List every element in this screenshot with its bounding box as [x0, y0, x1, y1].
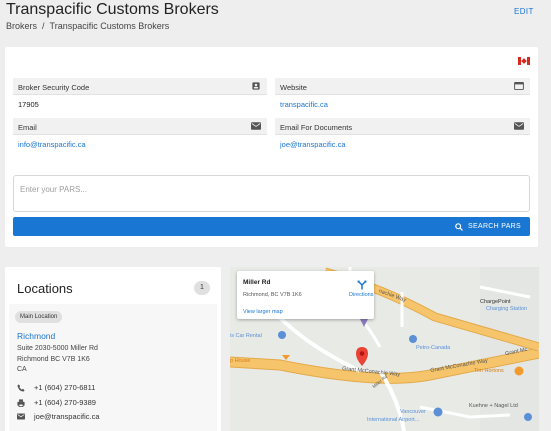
broker-details-card: Broker Security Code 17905 Website trans…: [5, 47, 538, 247]
map-label-charging: Charging Station: [486, 306, 527, 312]
breadcrumb-current: Transpacific Customs Brokers: [49, 21, 170, 31]
map-label-airport: International Airport...: [367, 417, 420, 423]
directions-icon[interactable]: [357, 280, 367, 290]
phone-number: +1 (604) 270-6811: [34, 383, 96, 392]
security-code-value: 17905: [18, 100, 39, 109]
locations-card: Locations 1 Main Location Richmond Suite…: [5, 267, 221, 431]
view-larger-map-link[interactable]: View larger map: [243, 309, 283, 315]
map-label-kuehne: Kuehne + Nagel Ltd: [469, 403, 518, 409]
email-icon: [17, 413, 25, 420]
email-field[interactable]: Email: [13, 118, 267, 135]
phone-icon: [17, 383, 25, 392]
locations-title: Locations: [17, 281, 73, 296]
email-icon: [251, 122, 261, 130]
email-row: joe@transpacific.ca: [17, 412, 100, 421]
page-title: Transpacific Customs Brokers: [6, 1, 219, 18]
pars-input[interactable]: Enter your PARS...: [13, 175, 530, 212]
popup-address: Richmond, BC V7B 1K6: [243, 292, 302, 298]
map-label-vancouver: Vancouver: [400, 409, 426, 415]
email-link[interactable]: info@transpacific.ca: [18, 140, 86, 149]
map-label-tim: Tim Hortons: [474, 368, 504, 374]
id-badge-icon: [252, 82, 260, 90]
popup-title: Miller Rd: [243, 279, 271, 286]
search-icon: [455, 222, 463, 231]
main-location-chip: Main Location: [15, 311, 63, 323]
fax-icon: [17, 398, 25, 407]
security-code-field[interactable]: Broker Security Code: [13, 78, 267, 95]
email-label: Email: [18, 123, 37, 132]
directions-link[interactable]: Directions: [349, 292, 373, 298]
map-label-chargepoint: ChargePoint: [480, 299, 511, 305]
map-label-car-rental: is Car Rental: [230, 333, 262, 339]
location-map[interactable]: ChargePoint Charging Station is Car Rent…: [230, 267, 539, 431]
search-pars-button[interactable]: SEARCH PARS: [13, 217, 530, 236]
search-pars-label: SEARCH PARS: [468, 223, 521, 230]
email-documents-link[interactable]: joe@transpacific.ca: [280, 140, 346, 149]
location-item[interactable]: Main Location Richmond Suite 2030-5000 M…: [9, 304, 217, 431]
email-documents-field[interactable]: Email For Documents: [275, 118, 530, 135]
address-line-3: CA: [17, 366, 27, 373]
website-label: Website: [280, 83, 307, 92]
map-label-house: p House: [230, 358, 251, 364]
canada-flag-icon: [518, 57, 530, 65]
location-name-link[interactable]: Richmond: [17, 331, 55, 341]
breadcrumb: Brokers / Transpacific Customs Brokers: [6, 21, 169, 31]
location-address: Suite 2030-5000 Miller Rd Richmond BC V7…: [17, 344, 98, 376]
web-icon: [514, 82, 524, 90]
email-icon: [514, 122, 524, 130]
breadcrumb-brokers-link[interactable]: Brokers: [6, 21, 37, 31]
website-field[interactable]: Website: [275, 78, 530, 95]
security-code-label: Broker Security Code: [18, 83, 90, 92]
fax-number: +1 (604) 270-9389: [34, 398, 96, 407]
breadcrumb-separator: /: [42, 21, 45, 31]
fax-row: +1 (604) 270-9389: [17, 398, 96, 407]
address-line-1: Suite 2030-5000 Miller Rd: [17, 345, 98, 352]
email-documents-label: Email For Documents: [280, 123, 353, 132]
location-email: joe@transpacific.ca: [34, 412, 100, 421]
address-line-2: Richmond BC V7B 1K6: [17, 355, 90, 363]
locations-count-badge: 1: [194, 281, 210, 295]
map-pin-icon: [356, 347, 368, 366]
phone-row: +1 (604) 270-6811: [17, 383, 95, 392]
edit-button[interactable]: EDIT: [514, 7, 534, 16]
website-link[interactable]: transpacific.ca: [280, 100, 328, 109]
map-label-petro: Petro-Canada: [416, 345, 451, 351]
map-info-popup: Miller Rd Richmond, BC V7B 1K6 Direction…: [237, 271, 374, 319]
